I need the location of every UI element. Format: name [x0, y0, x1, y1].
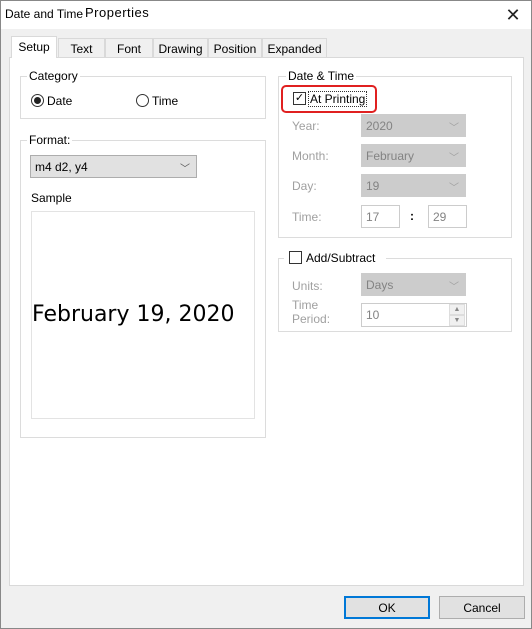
units-label: Units:	[292, 279, 323, 293]
close-icon[interactable]: ✕	[498, 2, 528, 28]
chevron-down-icon: ﹀	[449, 183, 459, 194]
title-text: Date and Time	[5, 7, 84, 21]
sample-label: Sample	[31, 191, 72, 205]
month-value: February	[366, 149, 415, 163]
year-value: 2020	[366, 119, 393, 133]
month-combo[interactable]: February ﹀	[361, 144, 466, 167]
day-value: 19	[366, 179, 380, 193]
month-label: Month:	[292, 149, 329, 163]
dialog-window: Date and Time Properties ✕ Setup Text Fo…	[0, 0, 532, 629]
tab-drawing[interactable]: Drawing	[153, 38, 208, 58]
date-time-label: Date & Time	[286, 69, 357, 83]
spin-up-icon[interactable]: ▲	[449, 304, 465, 315]
cancel-button[interactable]: Cancel	[439, 596, 525, 619]
title-bar: Date and Time Properties ✕	[1, 1, 531, 29]
year-combo[interactable]: 2020 ﹀	[361, 114, 466, 137]
period-label-1: Time	[292, 298, 319, 312]
time-radio[interactable]	[136, 94, 149, 107]
day-label: Day:	[292, 179, 317, 193]
title-text-2: Properties	[85, 5, 150, 20]
time-separator: :	[410, 209, 414, 223]
tab-text[interactable]: Text	[58, 38, 105, 58]
chevron-down-icon: ﹀	[449, 123, 459, 134]
spin-down-icon[interactable]: ▼	[449, 315, 465, 326]
year-label: Year:	[292, 119, 320, 133]
at-printing-checkbox[interactable]: ✓	[293, 92, 306, 105]
day-combo[interactable]: 19 ﹀	[361, 174, 466, 197]
time-radio-label[interactable]: Time	[152, 94, 178, 108]
add-subtract-checkbox[interactable]	[289, 251, 302, 264]
tab-setup[interactable]: Setup	[11, 36, 57, 58]
format-value: m4 d2, y4	[35, 160, 88, 174]
tab-expanded[interactable]: Expanded	[262, 38, 327, 58]
hour-input[interactable]: 17	[361, 205, 400, 228]
chevron-down-icon: ﹀	[449, 153, 459, 164]
sample-text: February 19, 2020	[32, 302, 235, 327]
ok-button[interactable]: OK	[344, 596, 430, 619]
sample-box: February 19, 2020	[31, 211, 255, 419]
date-radio-label[interactable]: Date	[47, 94, 72, 108]
category-label: Category	[27, 69, 80, 83]
at-printing-label[interactable]: At Printing	[308, 91, 368, 107]
minute-input[interactable]: 29	[428, 205, 467, 228]
units-combo[interactable]: Days ﹀	[361, 273, 466, 296]
units-value: Days	[366, 278, 394, 292]
format-combo[interactable]: m4 d2, y4 ﹀	[30, 155, 197, 178]
format-label: Format:	[27, 133, 73, 147]
chevron-down-icon: ﹀	[449, 282, 459, 293]
tab-font[interactable]: Font	[105, 38, 153, 58]
date-radio[interactable]	[31, 94, 44, 107]
period-label-2: Period:	[292, 312, 331, 326]
add-subtract-label[interactable]: Add/Subtract	[306, 251, 375, 265]
chevron-down-icon: ﹀	[180, 164, 190, 175]
period-value: 10	[366, 308, 380, 322]
time-label: Time:	[292, 210, 322, 224]
tab-position[interactable]: Position	[208, 38, 262, 58]
